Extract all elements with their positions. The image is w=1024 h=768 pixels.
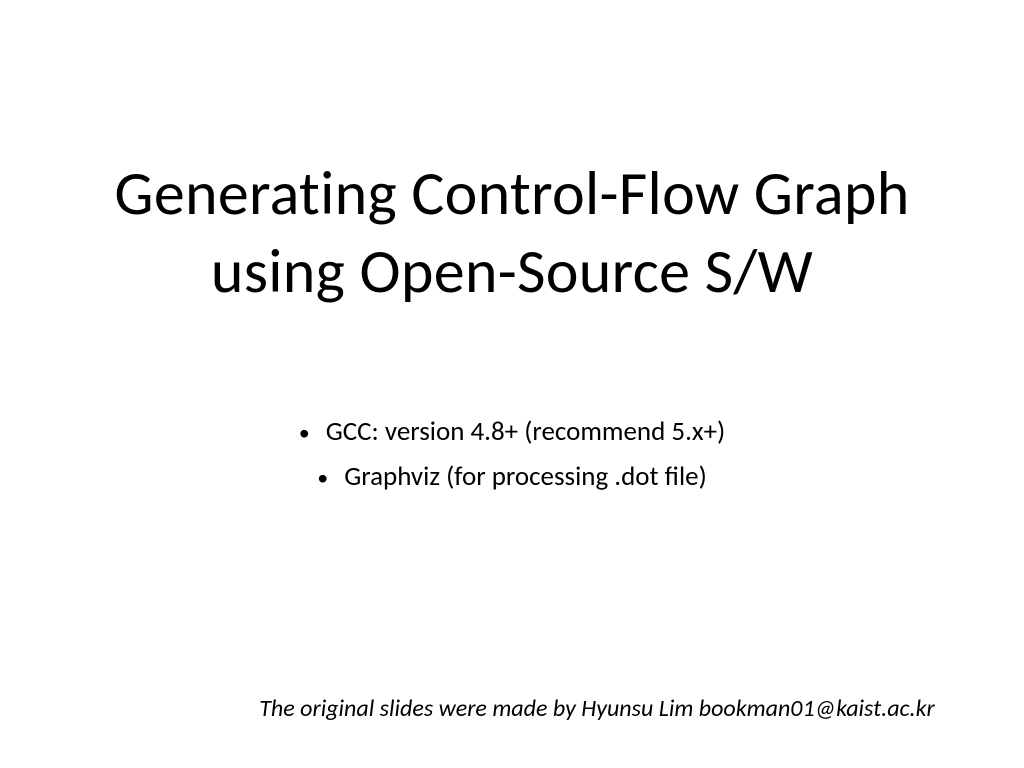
bullet-text: Graphviz (for processing .dot file) [344, 460, 707, 493]
bullet-text: GCC: version 4.8+ (recommend 5.x+) [326, 415, 725, 448]
bullet-list: • GCC: version 4.8+ (recommend 5.x+) • G… [20, 415, 1004, 493]
bullet-icon: • [299, 422, 310, 444]
slide-title: Generating Control-Flow Graph using Open… [20, 155, 1004, 310]
title-line-1: Generating Control-Flow Graph [114, 155, 909, 231]
bullet-icon: • [317, 467, 328, 489]
title-line-2: using Open-Source S/W [211, 233, 813, 309]
list-item: • GCC: version 4.8+ (recommend 5.x+) [299, 415, 725, 448]
slide-container: Generating Control-Flow Graph using Open… [0, 0, 1024, 768]
list-item: • Graphviz (for processing .dot file) [317, 460, 707, 493]
footer-credit: The original slides were made by Hyunsu … [20, 694, 1004, 738]
